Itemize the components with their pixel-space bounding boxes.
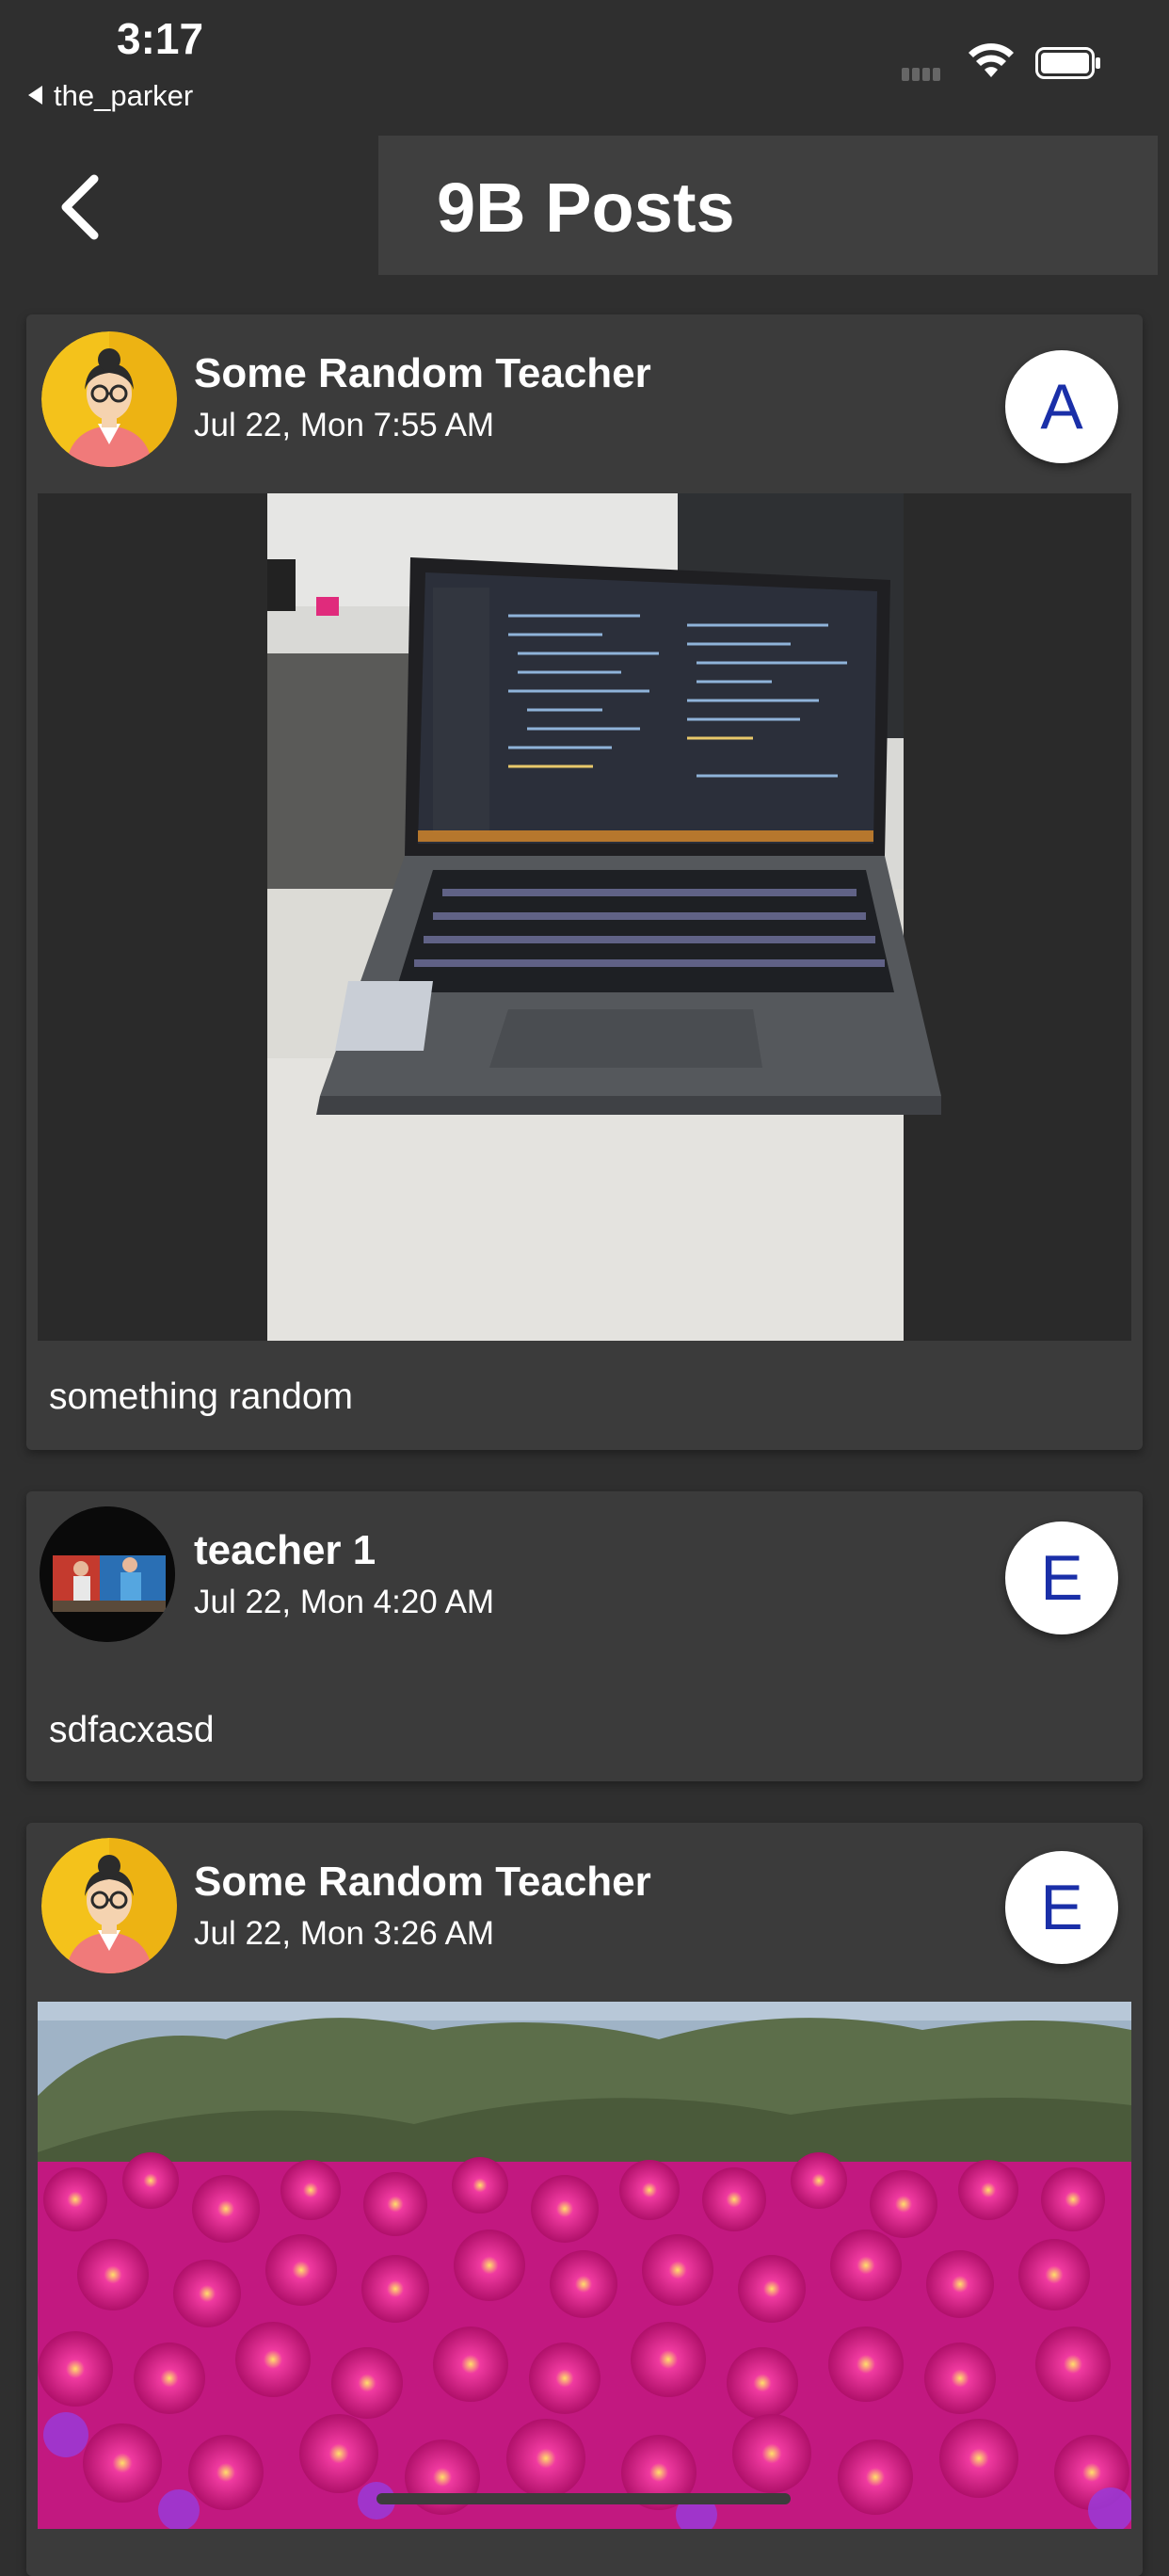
cellular-signal-icon [902,68,951,81]
post-card-1[interactable]: Some Random Teacher Jul 22, Mon 7:55 AM … [26,314,1143,1450]
page-title: 9B Posts [437,169,735,247]
wifi-icon [969,43,1014,77]
post-card-2[interactable]: teacher 1 Jul 22, Mon 4:20 AM E sdfacxas… [26,1491,1143,1781]
header-title-box: 9B Posts [378,136,1158,275]
back-triangle-icon [28,85,42,105]
post-image-container[interactable] [38,2002,1131,2529]
home-indicator[interactable] [376,2493,791,2504]
post-card-3[interactable]: Some Random Teacher Jul 22, Mon 3:26 AM … [26,1823,1143,2576]
grade-badge[interactable]: E [1005,1521,1118,1634]
flowers-photo [38,2002,1131,2529]
grade-badge[interactable]: E [1005,1851,1118,1964]
laptop-photo [38,493,1131,1341]
back-app-label: the_parker [54,79,194,112]
status-time: 3:17 [117,14,204,63]
battery-icon [1035,47,1100,79]
post-author: Some Random Teacher [194,350,651,396]
teacher-avatar-icon [41,1838,177,1973]
grade-badge[interactable]: A [1005,350,1118,463]
back-button[interactable] [49,169,115,245]
teacher-avatar-icon [41,331,177,467]
post-author: teacher 1 [194,1527,376,1573]
post-date: Jul 22, Mon 4:20 AM [194,1584,495,1620]
photo-avatar [40,1506,175,1642]
post-date: Jul 22, Mon 7:55 AM [194,407,495,443]
post-image-container[interactable] [38,493,1131,1341]
post-caption: something random [49,1377,354,1417]
back-to-app-link[interactable]: the_parker [28,79,193,113]
post-caption: sdfacxasd [49,1710,215,1750]
author-avatar[interactable] [41,331,177,467]
post-date: Jul 22, Mon 3:26 AM [194,1915,495,1952]
post-author: Some Random Teacher [194,1859,651,1905]
author-avatar[interactable] [41,1838,177,1973]
author-avatar[interactable] [40,1506,175,1642]
